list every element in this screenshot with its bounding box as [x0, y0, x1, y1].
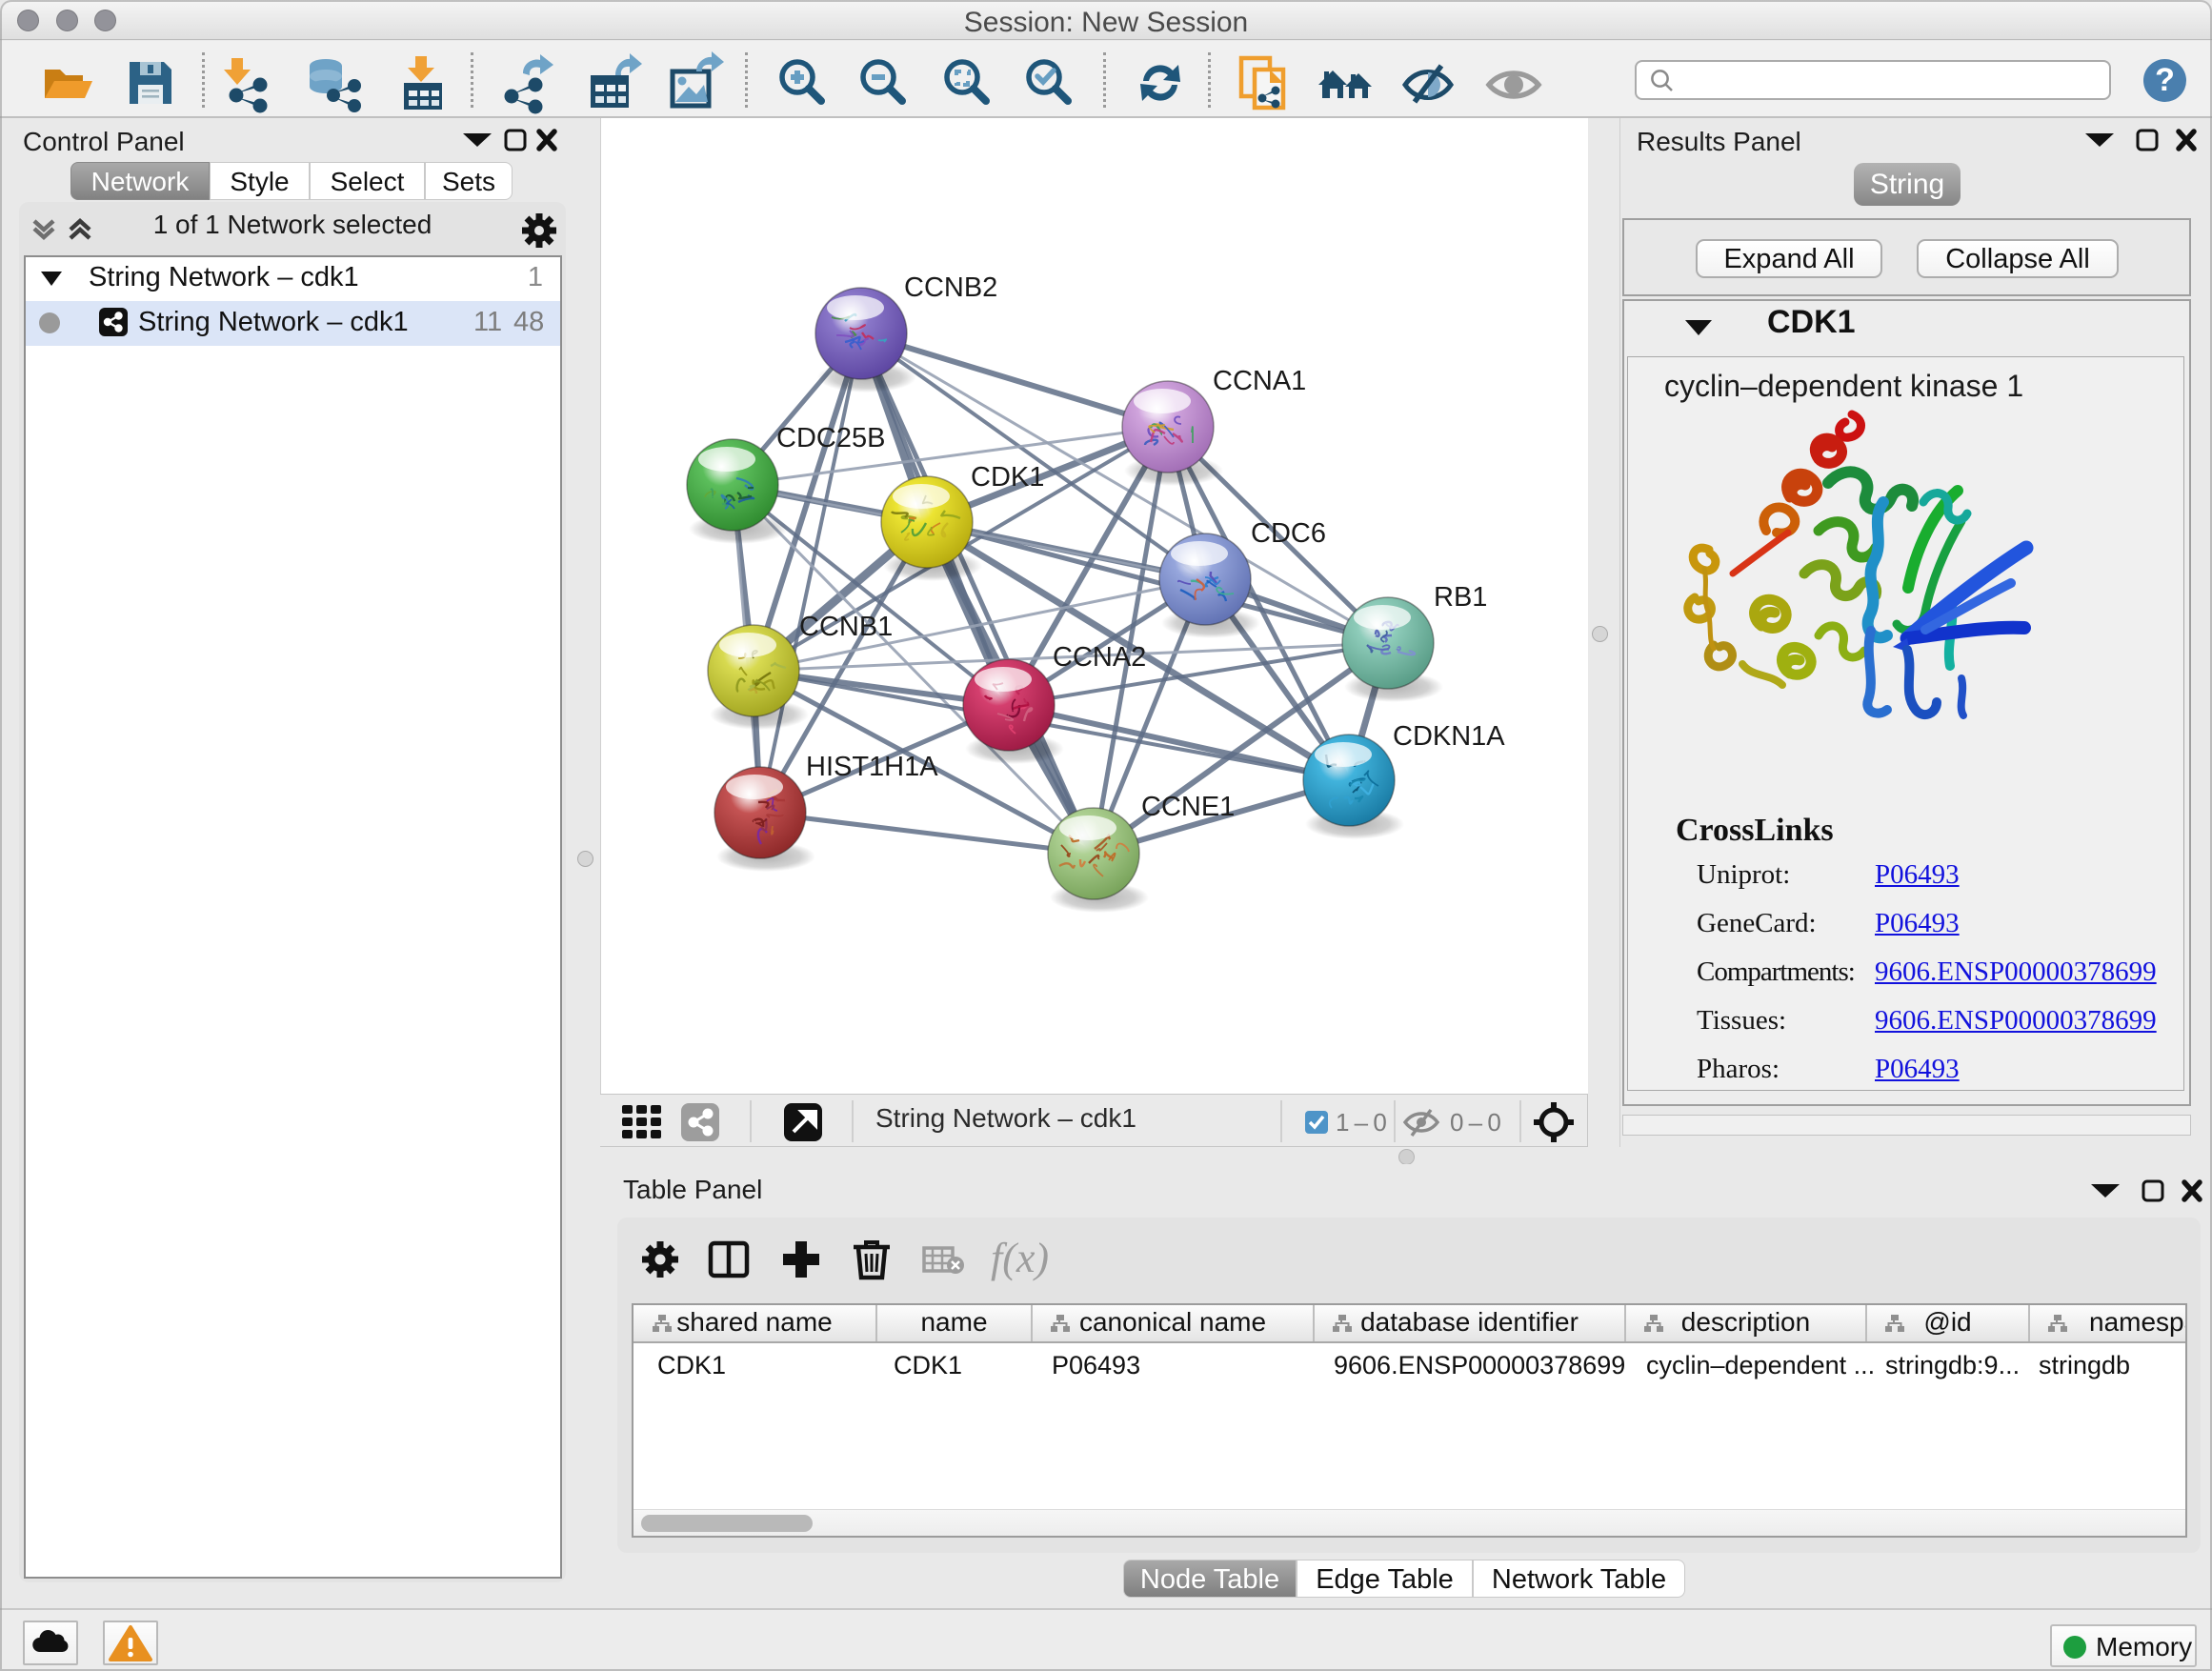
svg-text:CDKN1A: CDKN1A	[1393, 721, 1505, 752]
svg-text:HIST1H1A: HIST1H1A	[806, 752, 938, 782]
svg-text:CDC25B: CDC25B	[776, 423, 885, 453]
svg-text:CDC6: CDC6	[1251, 518, 1326, 549]
svg-text:CCNB1: CCNB1	[799, 612, 893, 642]
svg-text:f(x): f(x)	[991, 1235, 1049, 1281]
svg-text:CCNE1: CCNE1	[1141, 792, 1235, 822]
svg-text:CCNB2: CCNB2	[904, 272, 997, 303]
svg-text:1 – 0: 1 – 0	[1336, 1108, 1386, 1137]
svg-text:RB1: RB1	[1434, 582, 1487, 613]
svg-text:CDK1: CDK1	[971, 462, 1044, 493]
svg-text:CCNA1: CCNA1	[1213, 366, 1306, 396]
svg-text:0 – 0: 0 – 0	[1450, 1108, 1500, 1137]
svg-text:CCNA2: CCNA2	[1053, 642, 1146, 673]
